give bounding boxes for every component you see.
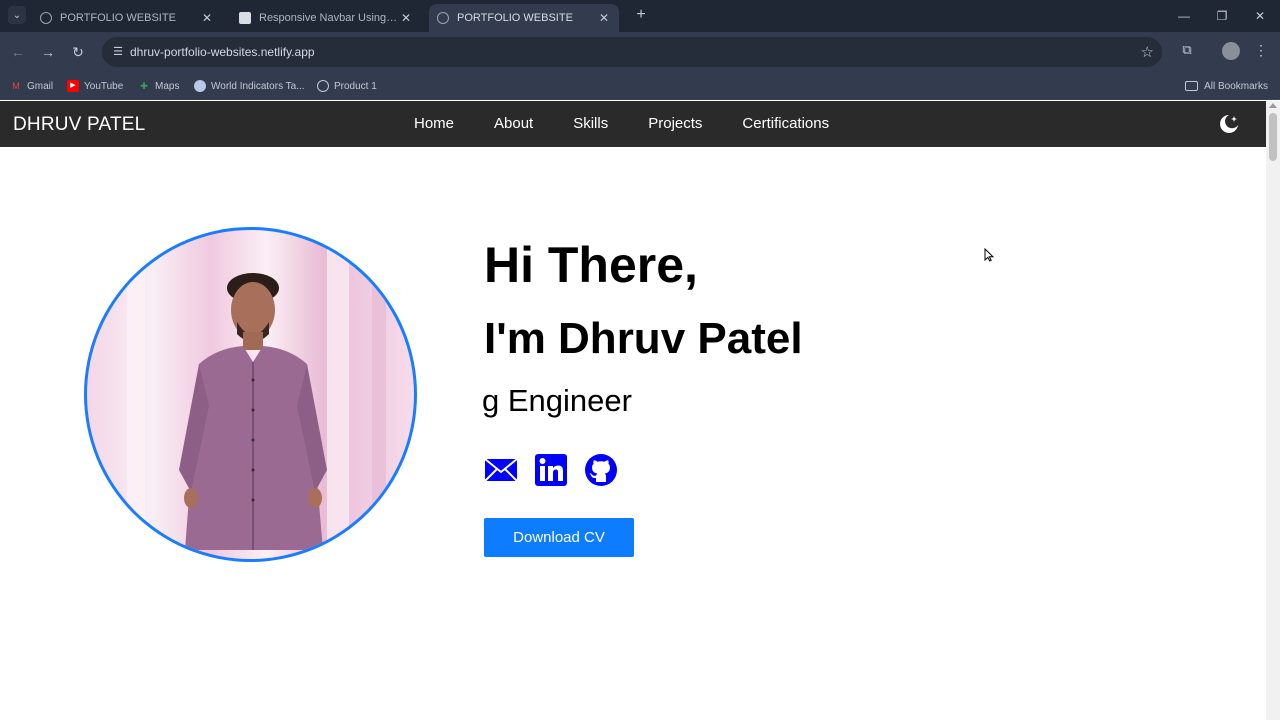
new-tab-icon[interactable]: + xyxy=(632,6,650,24)
nav-about[interactable]: About xyxy=(494,115,533,132)
url-text[interactable]: dhruv-portfolio-websites.netlify.app xyxy=(130,45,315,59)
hero-name: I'm Dhruv Patel xyxy=(484,314,803,363)
address-bar[interactable]: ☰ dhruv-portfolio-websites.netlify.app ☆ xyxy=(102,37,1162,67)
github-icon[interactable] xyxy=(584,453,618,487)
tab-title: PORTFOLIO WEBSITE xyxy=(457,12,573,24)
browser-toolbar: ← → ↻ ☰ dhruv-portfolio-websites.netlify… xyxy=(0,32,1280,72)
nav-projects[interactable]: Projects xyxy=(648,115,702,132)
folder-icon xyxy=(1185,81,1199,91)
tab-title: Responsive Navbar Using HTML xyxy=(259,12,399,24)
globe-icon xyxy=(40,12,52,24)
bookmark-star-icon[interactable]: ☆ xyxy=(1141,43,1154,61)
bookmark-gmail[interactable]: M Gmail xyxy=(10,77,53,95)
reload-icon[interactable]: ↻ xyxy=(68,42,88,62)
extensions-icon[interactable]: ⧉ xyxy=(1178,42,1196,60)
bookmark-label: Product 1 xyxy=(334,80,377,92)
restore-icon[interactable]: ❐ xyxy=(1210,6,1234,26)
moon-icon[interactable] xyxy=(1218,113,1240,135)
nav-home[interactable]: Home xyxy=(414,115,454,132)
tab-search-icon[interactable]: ⌄ xyxy=(8,6,26,24)
bookmark-label: Maps xyxy=(155,80,180,92)
avatar[interactable] xyxy=(1222,42,1240,60)
globe-icon xyxy=(194,80,206,92)
bookmark-maps[interactable]: ✚ Maps xyxy=(138,77,179,95)
window-close-icon[interactable]: ✕ xyxy=(1248,6,1272,26)
minimize-icon[interactable]: — xyxy=(1172,6,1196,26)
linkedin-icon[interactable] xyxy=(534,453,568,487)
profile-photo xyxy=(84,227,417,562)
scroll-thumb[interactable] xyxy=(1269,113,1277,161)
youtube-icon: ▶ xyxy=(67,80,79,92)
tab-title: PORTFOLIO WEBSITE xyxy=(60,12,176,24)
site-info-icon[interactable]: ☰ xyxy=(110,44,126,60)
all-bookmarks[interactable]: All Bookmarks xyxy=(1185,77,1268,95)
globe-icon xyxy=(437,12,449,24)
maps-icon: ✚ xyxy=(140,81,148,91)
bookmark-label: YouTube xyxy=(84,80,124,92)
forward-icon[interactable]: → xyxy=(38,42,58,62)
close-icon[interactable]: ✕ xyxy=(200,11,214,25)
hero-role-typing: g Engineer xyxy=(482,383,632,418)
bookmark-youtube[interactable]: ▶ YouTube xyxy=(67,77,123,95)
browser-tab-active[interactable]: PORTFOLIO WEBSITE ✕ xyxy=(429,4,619,32)
nav-skills[interactable]: Skills xyxy=(573,115,608,132)
browser-tab-bar: ⌄ PORTFOLIO WEBSITE ✕ Responsive Navbar … xyxy=(0,0,1280,32)
close-icon[interactable]: ✕ xyxy=(597,11,611,25)
site-brand[interactable]: DHRUV PATEL xyxy=(13,114,145,136)
hero-greeting: Hi There, xyxy=(484,237,698,293)
site-navbar: DHRUV PATEL Home About Skills Projects C… xyxy=(0,101,1266,147)
back-icon[interactable]: ← xyxy=(8,42,28,62)
bookmarks-bar: M Gmail ▶ YouTube ✚ Maps World Indicator… xyxy=(0,72,1280,100)
bookmark-world-indicators[interactable]: World Indicators Ta... xyxy=(194,77,305,95)
browser-tab[interactable]: Responsive Navbar Using HTML ✕ xyxy=(231,4,421,32)
nav-certifications[interactable]: Certifications xyxy=(742,115,829,132)
gmail-icon: M xyxy=(12,81,20,91)
social-links xyxy=(484,453,618,487)
more-menu-icon[interactable]: ⋮ xyxy=(1254,42,1268,60)
doc-icon xyxy=(239,12,251,24)
browser-tab[interactable]: PORTFOLIO WEBSITE ✕ xyxy=(32,4,222,32)
nav-links: Home About Skills Projects Certification… xyxy=(414,115,869,132)
close-icon[interactable]: ✕ xyxy=(399,11,413,25)
bookmark-product-1[interactable]: Product 1 xyxy=(317,77,377,95)
page-scrollbar[interactable] xyxy=(1266,101,1280,720)
globe-icon xyxy=(317,80,329,92)
all-bookmarks-label: All Bookmarks xyxy=(1204,80,1268,92)
bookmark-label: World Indicators Ta... xyxy=(211,80,305,92)
download-cv-button[interactable]: Download CV xyxy=(484,518,634,557)
mouse-cursor-icon xyxy=(984,247,995,262)
bookmark-label: Gmail xyxy=(27,80,54,92)
email-icon[interactable] xyxy=(484,453,518,487)
scroll-up-icon[interactable] xyxy=(1269,103,1277,108)
